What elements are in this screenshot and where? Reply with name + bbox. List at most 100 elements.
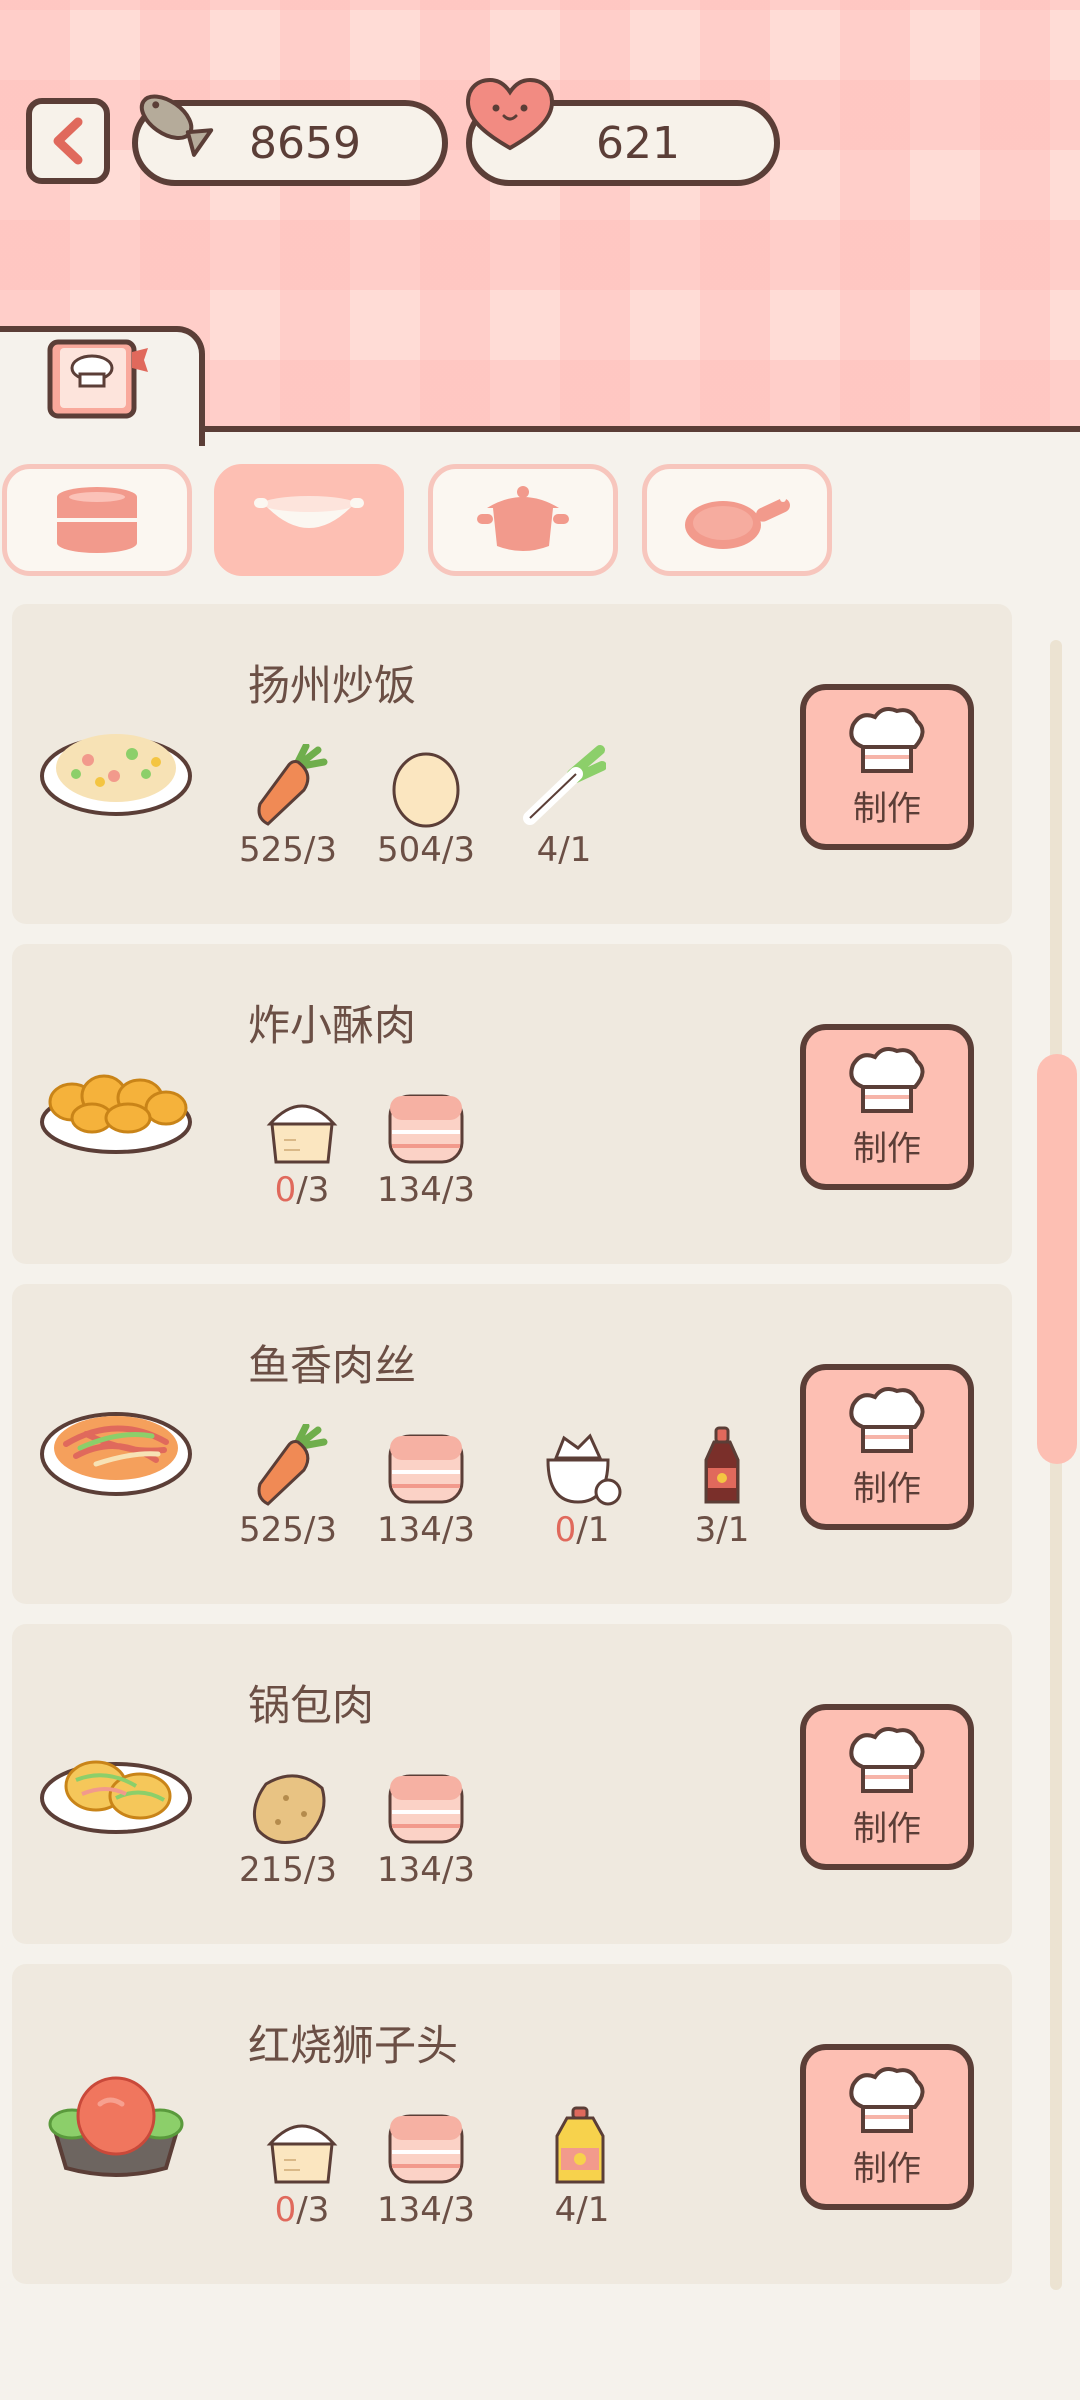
- scallion-icon: [523, 745, 606, 825]
- ingredient-need: /1: [558, 830, 592, 870]
- recipe-card: 炸小酥肉 0/3 134/3 制作: [12, 944, 1012, 1264]
- category-wok-button[interactable]: [214, 464, 404, 576]
- pot-icon: [477, 486, 569, 551]
- pork-icon: [388, 1094, 464, 1164]
- ingredient: 134/3: [366, 2104, 486, 2230]
- recipe-card: 扬州炒饭 525/3 504/3 4/1 制作: [12, 604, 1012, 924]
- make-button-label: 制作: [853, 1468, 921, 1509]
- dish-name: 鱼香肉丝: [248, 1341, 417, 1390]
- dish-name: 炸小酥肉: [248, 1001, 417, 1050]
- chef-hat-icon: [849, 1726, 925, 1793]
- recipe-card: 鱼香肉丝 525/3 134/3 0/1 3/1 制作: [12, 1284, 1012, 1604]
- ingredient: 525/3: [228, 1424, 348, 1550]
- ingredient-need: /3: [296, 1170, 330, 1210]
- make-button[interactable]: 制作: [800, 1024, 974, 1190]
- crispy-pork-icon: [40, 1074, 192, 1154]
- ingredient-need: /3: [303, 1510, 337, 1550]
- chevron-left-icon: [53, 117, 83, 165]
- lions-head-meatball-icon: [48, 2076, 184, 2177]
- ingredient-have: 134: [377, 1510, 442, 1550]
- ingredient-have: 0: [274, 2190, 297, 2230]
- ingredient-need: /3: [441, 1510, 475, 1550]
- ingredient-need: /1: [716, 1510, 750, 1550]
- ingredient-have: 504: [377, 830, 442, 870]
- ingredient-have: 134: [377, 1850, 442, 1890]
- scrollbar-thumb[interactable]: [1037, 1054, 1077, 1464]
- make-button-label: 制作: [853, 1808, 921, 1849]
- make-button-label: 制作: [853, 1128, 921, 1169]
- flour-icon: [266, 2124, 338, 2184]
- make-button[interactable]: 制作: [800, 2044, 974, 2210]
- frying-pan-icon: [685, 496, 790, 549]
- ingredient: 3/1: [662, 1424, 782, 1550]
- category-pan-button[interactable]: [642, 464, 832, 576]
- ingredient: 504/3: [366, 744, 486, 870]
- fish-icon: [139, 94, 214, 157]
- ingredient-need: /3: [296, 2190, 330, 2230]
- make-button-label: 制作: [853, 2148, 921, 2189]
- make-button[interactable]: 制作: [800, 684, 974, 850]
- ingredient-have: 4: [554, 2190, 577, 2230]
- ingredient: 134/3: [366, 1424, 486, 1550]
- ingredient: 4/1: [504, 744, 624, 870]
- ingredient: 4/1: [522, 2104, 642, 2230]
- ingredient-have: 3: [694, 1510, 717, 1550]
- chef-hat-icon: [849, 706, 925, 773]
- pork-icon: [388, 1774, 464, 1844]
- fish-count: 8659: [249, 117, 361, 169]
- chef-hat-icon: [849, 1386, 925, 1453]
- ingredient: 134/3: [366, 1764, 486, 1890]
- category-steamer-button[interactable]: [2, 464, 192, 576]
- pork-icon: [388, 2114, 464, 2184]
- ingredient: 134/3: [366, 1084, 486, 1210]
- dish-name: 锅包肉: [248, 1681, 375, 1730]
- ingredient-have: 0: [274, 1170, 297, 1210]
- ingredient: 0/3: [242, 1084, 362, 1210]
- fried-rice-icon: [40, 734, 192, 816]
- fish-flavored-pork-icon: [40, 1412, 192, 1496]
- oil-bottle-icon: [555, 2106, 605, 2184]
- ingredient-have: 215: [239, 1850, 304, 1890]
- make-button[interactable]: 制作: [800, 1704, 974, 1870]
- ingredient-need: /3: [303, 830, 337, 870]
- potato-icon: [252, 1774, 326, 1844]
- ingredient-have: 525: [239, 830, 304, 870]
- egg-icon: [392, 752, 460, 828]
- soy-sauce-icon: [704, 1426, 740, 1504]
- ingredient-need: /1: [576, 2190, 610, 2230]
- dish-name: 扬州炒饭: [248, 661, 417, 710]
- ingredient-have: 134: [377, 2190, 442, 2230]
- recipe-card: 锅包肉 215/3 134/3 制作: [12, 1624, 1012, 1944]
- carrot-icon: [257, 1424, 328, 1506]
- ingredient: 215/3: [228, 1764, 348, 1890]
- wok-icon: [254, 496, 364, 528]
- scrollbar-track[interactable]: [1050, 640, 1062, 2290]
- ingredient-need: /1: [576, 1510, 610, 1550]
- tab-divider: [200, 426, 1080, 432]
- make-button-label: 制作: [853, 788, 921, 829]
- make-button[interactable]: 制作: [800, 1364, 974, 1530]
- dish-name: 红烧狮子头: [248, 2021, 459, 2070]
- ingredient-have: 525: [239, 1510, 304, 1550]
- back-button[interactable]: [26, 98, 110, 184]
- ingredient-need: /3: [441, 2190, 475, 2230]
- heart-icon: [465, 77, 555, 151]
- ingredient: 0/3: [242, 2104, 362, 2230]
- heart-count: 621: [596, 117, 680, 169]
- category-pot-button[interactable]: [428, 464, 618, 576]
- ingredient-have: 4: [536, 830, 559, 870]
- steamer-icon: [57, 487, 137, 553]
- ingredient-need: /3: [441, 1850, 475, 1890]
- pork-icon: [388, 1434, 464, 1504]
- ingredient-have: 0: [554, 1510, 577, 1550]
- ingredient: 0/1: [522, 1424, 642, 1550]
- chef-hat-icon: [849, 2066, 925, 2133]
- recipe-book-icon: [47, 339, 148, 419]
- chef-hat-icon: [849, 1046, 925, 1113]
- recipe-card: 红烧狮子头 0/3 134/3 4/1 制作: [12, 1964, 1012, 2284]
- carrot-icon: [257, 744, 328, 826]
- ingredient-need: /3: [303, 1850, 337, 1890]
- guobaorou-icon: [40, 1760, 192, 1834]
- sugar-icon: [546, 1433, 622, 1506]
- ingredient-have: 134: [377, 1170, 442, 1210]
